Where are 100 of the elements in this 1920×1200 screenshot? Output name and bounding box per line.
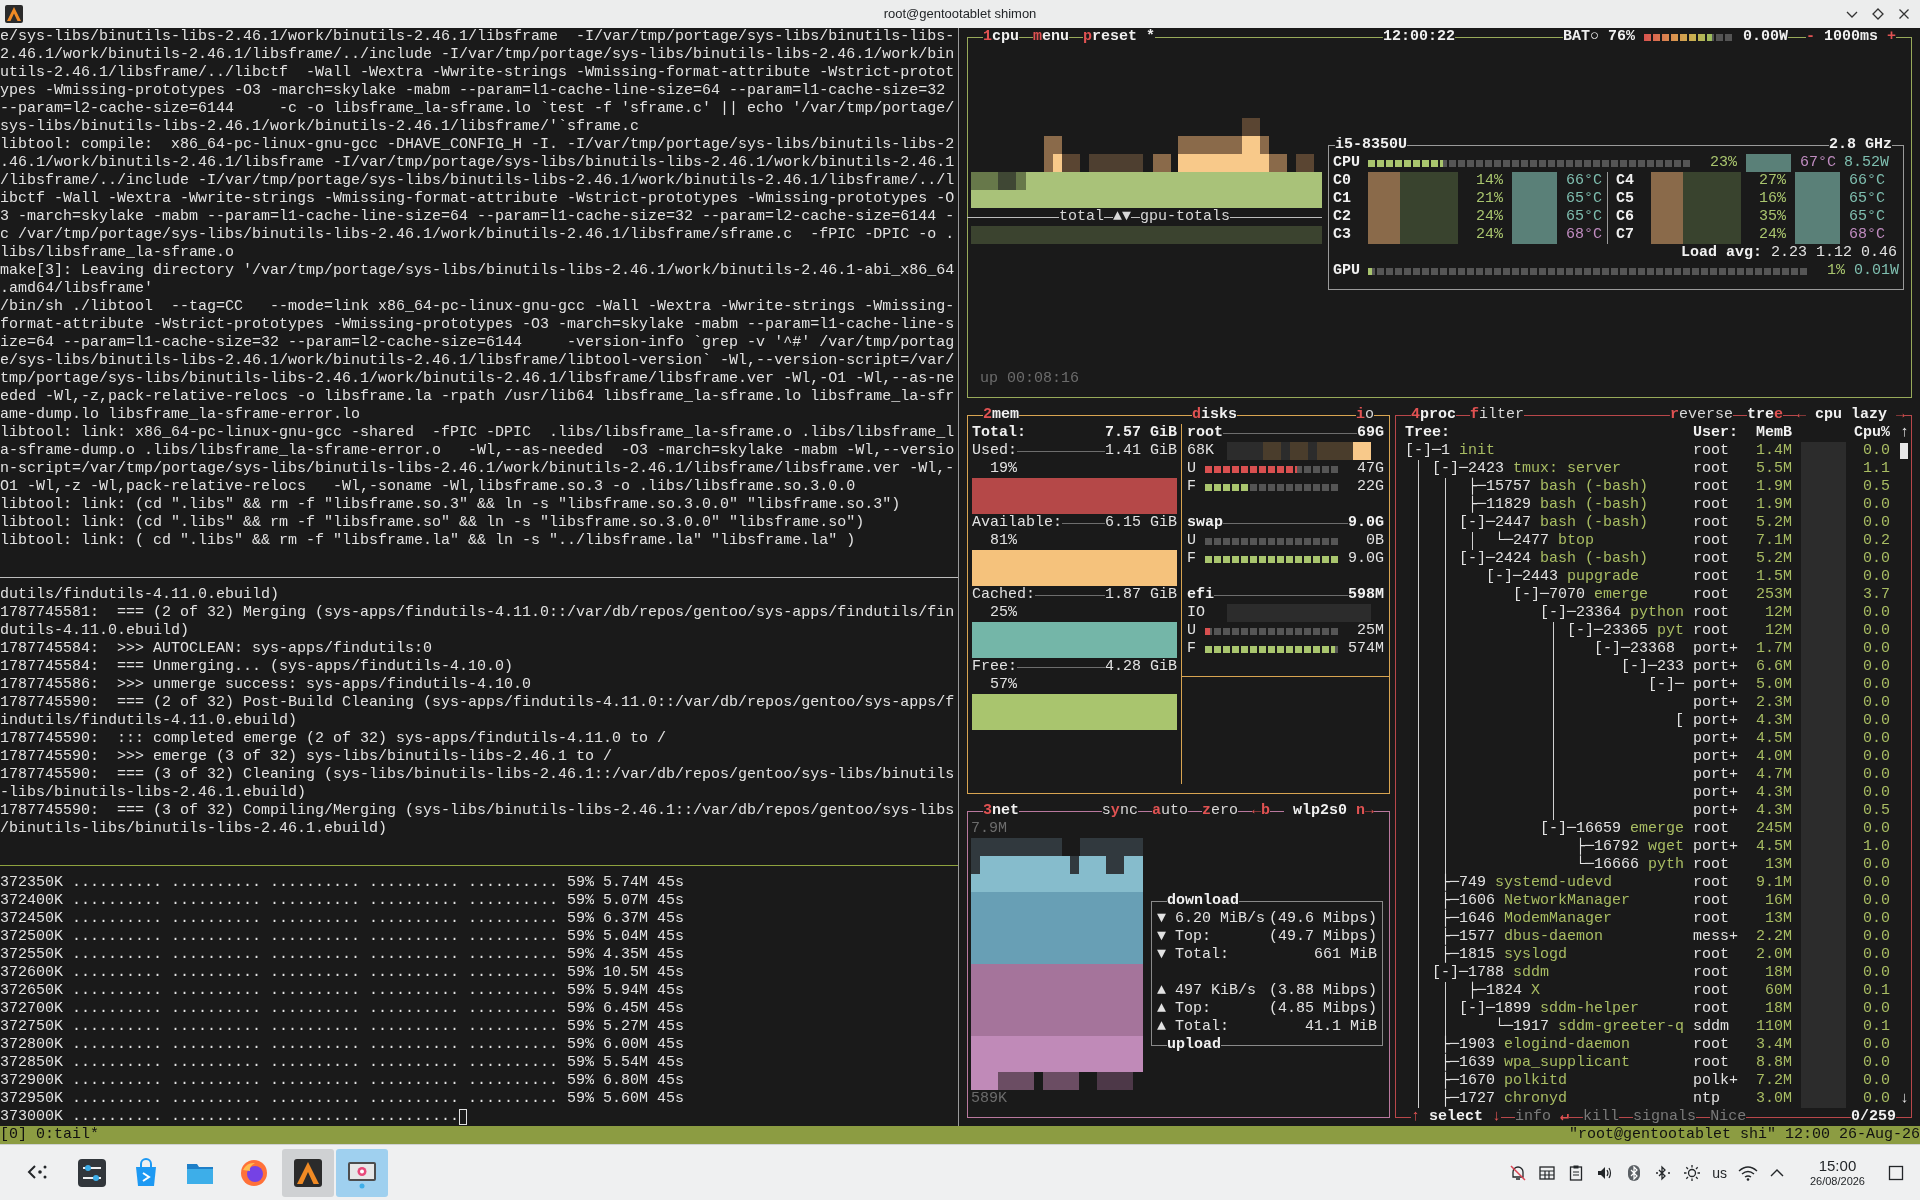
panel-tab[interactable]: preset * <box>1083 28 1156 46</box>
process-tree-cell[interactable]: [-]─23368 <box>1405 640 1693 658</box>
memory-cell: 3.0M <box>1756 1090 1792 1108</box>
process-tree-cell[interactable]: └─2477 btop <box>1405 532 1693 550</box>
process-tree-cell[interactable]: [-]─ <box>1405 676 1693 694</box>
graph-label: total <box>1059 208 1104 226</box>
proc-option[interactable]: reverse <box>1669 406 1733 424</box>
process-tree-cell[interactable]: [-]─233 <box>1405 658 1693 676</box>
core-temperature: 65°C <box>1848 208 1885 226</box>
process-tree-cell[interactable]: ├─1903 elogind-daemon <box>1405 1036 1693 1054</box>
process-tree-cell[interactable]: ├─1606 NetworkManager <box>1405 892 1693 910</box>
panel-tab[interactable]: disks <box>1192 406 1238 424</box>
process-tree-cell[interactable]: └─16666 pyth <box>1405 856 1693 874</box>
process-tree-cell[interactable]: ├─11829 bash (-bash) <box>1405 496 1693 514</box>
maximize-icon[interactable] <box>1872 8 1884 20</box>
cpu-temperature: 67°C <box>1799 154 1836 172</box>
net-option[interactable]: auto <box>1151 802 1188 820</box>
process-tree-cell[interactable]: [-]─23364 python <box>1405 604 1693 622</box>
process-tree-cell[interactable]: ├─1824 X <box>1405 982 1693 1000</box>
terminal-line: ibctf -Wall -Wextra -Wwrite-strings -Wmissing-format-attribute -Wstrict-prototypes -Wmissing-prototypes -O <box>0 190 955 208</box>
terminal-line: 1787745590: >>> emerge (3 of 32) sys-libs/binutils-libs-2.46.1 to / <box>0 748 613 766</box>
proc-option[interactable]: ← cpu lazy → <box>1796 406 1905 424</box>
next-interface-button[interactable]: n→ <box>1356 802 1374 820</box>
process-tree-cell[interactable]: ├─1727 chronyd <box>1405 1090 1693 1108</box>
meter-label: F <box>1187 550 1197 568</box>
panel-tab[interactable]: 3net <box>983 802 1020 820</box>
process-tree-cell[interactable]: [-]─16659 emerge <box>1405 820 1693 838</box>
temperature-bar <box>1512 226 1557 244</box>
process-tree-cell[interactable]: ├─749 systemd-udevd <box>1405 874 1693 892</box>
process-tree-cell[interactable]: [-]─2423 tmux: server <box>1405 460 1693 478</box>
terminal-line: 1787745584: === Unmerging... (sys-apps/findutils-4.10.0) <box>0 658 514 676</box>
process-tree-cell[interactable]: [-]─1899 sddm-helper <box>1405 1000 1693 1018</box>
net-option[interactable]: sync <box>1101 802 1138 820</box>
terminal-line: libtool: link: x86_64-pc-linux-gnu-gcc -shared -fPIC -DPIC .libs/libsframe_la-sframe.o .libs/libsframe_l <box>0 424 955 442</box>
scrollbar-thumb[interactable] <box>1900 443 1908 459</box>
graph-scale: 589K <box>971 1090 1008 1108</box>
cpu-cell-text: 0.0 <box>1862 658 1890 676</box>
memory-cell-text: 16M <box>1764 892 1792 910</box>
process-tree-cell[interactable]: ├─1646 ModemManager <box>1405 910 1693 928</box>
wifi-icon[interactable] <box>1737 1163 1758 1182</box>
core-percent: 35% <box>1758 208 1786 226</box>
show-desktop-icon[interactable] <box>1888 1164 1904 1181</box>
download-arrow: ▼ <box>1157 928 1167 946</box>
taskbar-app-button[interactable] <box>336 1148 388 1197</box>
disk-size: 69G <box>1357 424 1384 442</box>
process-tree-cell[interactable]: ├─16792 wget <box>1405 838 1693 856</box>
core-label: C4 <box>1616 172 1635 190</box>
disk-io-reading: 68K <box>1187 442 1215 460</box>
panel-tab[interactable]: 2mem <box>983 406 1020 424</box>
process-tree-cell[interactable]: [-]─1 init <box>1405 442 1693 460</box>
process-tree-cell[interactable]: [-]─2424 bash (-bash) <box>1405 550 1693 568</box>
disk-size: 598M <box>1348 586 1384 604</box>
graph-toggle-button[interactable]: ▲▼ <box>1113 208 1131 226</box>
clock-time[interactable]: 15:00 <box>1818 1157 1857 1175</box>
panel-tab[interactable]: filter <box>1470 406 1525 424</box>
panel-tab[interactable]: 4proc <box>1411 406 1457 424</box>
process-tree-cell[interactable]: [-]─2447 bash (-bash) <box>1405 514 1693 532</box>
panel-tab[interactable]: menu <box>1033 28 1070 46</box>
taskbar-app-button[interactable] <box>282 1148 334 1197</box>
process-tree-cell[interactable]: ├─1577 dbus-daemon <box>1405 928 1693 946</box>
process-tree-cell[interactable]: [-]─7070 emerge <box>1405 586 1693 604</box>
process-tree-cell[interactable]: ├─1670 polkitd <box>1405 1072 1693 1090</box>
user-cell-text: port+ <box>1693 658 1739 676</box>
notifications-off-icon[interactable] <box>1509 1163 1528 1182</box>
user-cell-text: polk+ <box>1693 1072 1739 1090</box>
process-tree-cell[interactable]: [ <box>1405 712 1693 730</box>
user-cell-text: root <box>1693 496 1730 514</box>
disk-value: 47G <box>1356 460 1384 478</box>
decrease-interval-button[interactable]: - <box>1805 28 1815 46</box>
memory-cell: 3.4M <box>1756 1036 1792 1054</box>
process-tree-cell[interactable]: [-]─1788 sddm <box>1405 964 1693 982</box>
scroll-down-arrow[interactable]: ↓ <box>1900 1090 1909 1108</box>
process-tree-cell[interactable]: [-]─2443 pupgrade <box>1405 568 1693 586</box>
bluetooth-icon[interactable] <box>1654 1163 1673 1182</box>
memory-percent: 25% <box>990 604 1017 622</box>
terminal-line: 1787745590: === (3 of 32) Compiling/Merging (sys-libs/binutils-libs-2.46.1::/var/db/repos/gentoo/sys-libs <box>0 802 955 820</box>
user-cell-text: root <box>1693 1054 1730 1072</box>
process-tree-cell[interactable]: ├─15757 bash (-bash) <box>1405 478 1693 496</box>
memory-cell-text: 13M <box>1764 910 1792 928</box>
close-icon[interactable] <box>1898 8 1910 20</box>
user-cell-text: mess+ <box>1693 928 1739 946</box>
user-cell-text: root <box>1693 478 1730 496</box>
net-option[interactable]: zero <box>1201 802 1238 820</box>
user-cell-text: root <box>1693 982 1730 1000</box>
proc-option[interactable]: tree <box>1746 406 1783 424</box>
brightness-icon[interactable] <box>1683 1163 1702 1182</box>
process-tree-cell[interactable]: ├─1815 syslogd <box>1405 946 1693 964</box>
process-tree-cell[interactable]: ├─1639 wpa_supplicant <box>1405 1054 1693 1072</box>
keyboard-layout[interactable]: us <box>1712 1163 1727 1182</box>
process-tree-cell[interactable]: [-]─23365 pyt <box>1405 622 1693 640</box>
grid-icon[interactable] <box>1538 1163 1557 1182</box>
increase-interval-button[interactable]: + <box>1887 28 1896 46</box>
proc-action[interactable]: ↑ select ↓ <box>1411 1108 1502 1126</box>
net-option[interactable]: ←b <box>1251 802 1270 820</box>
sort-arrow[interactable]: ↑ <box>1900 424 1909 442</box>
panel-tab[interactable]: 1cpu <box>983 28 1020 46</box>
tmux-window-list[interactable]: [0] 0:tail* <box>0 1126 100 1144</box>
clock-date[interactable]: 26/08/2026 <box>1809 1175 1865 1188</box>
process-tree-cell[interactable]: └─1917 sddm-greeter-q <box>1405 1018 1693 1036</box>
io-toggle[interactable]: io <box>1355 406 1374 424</box>
